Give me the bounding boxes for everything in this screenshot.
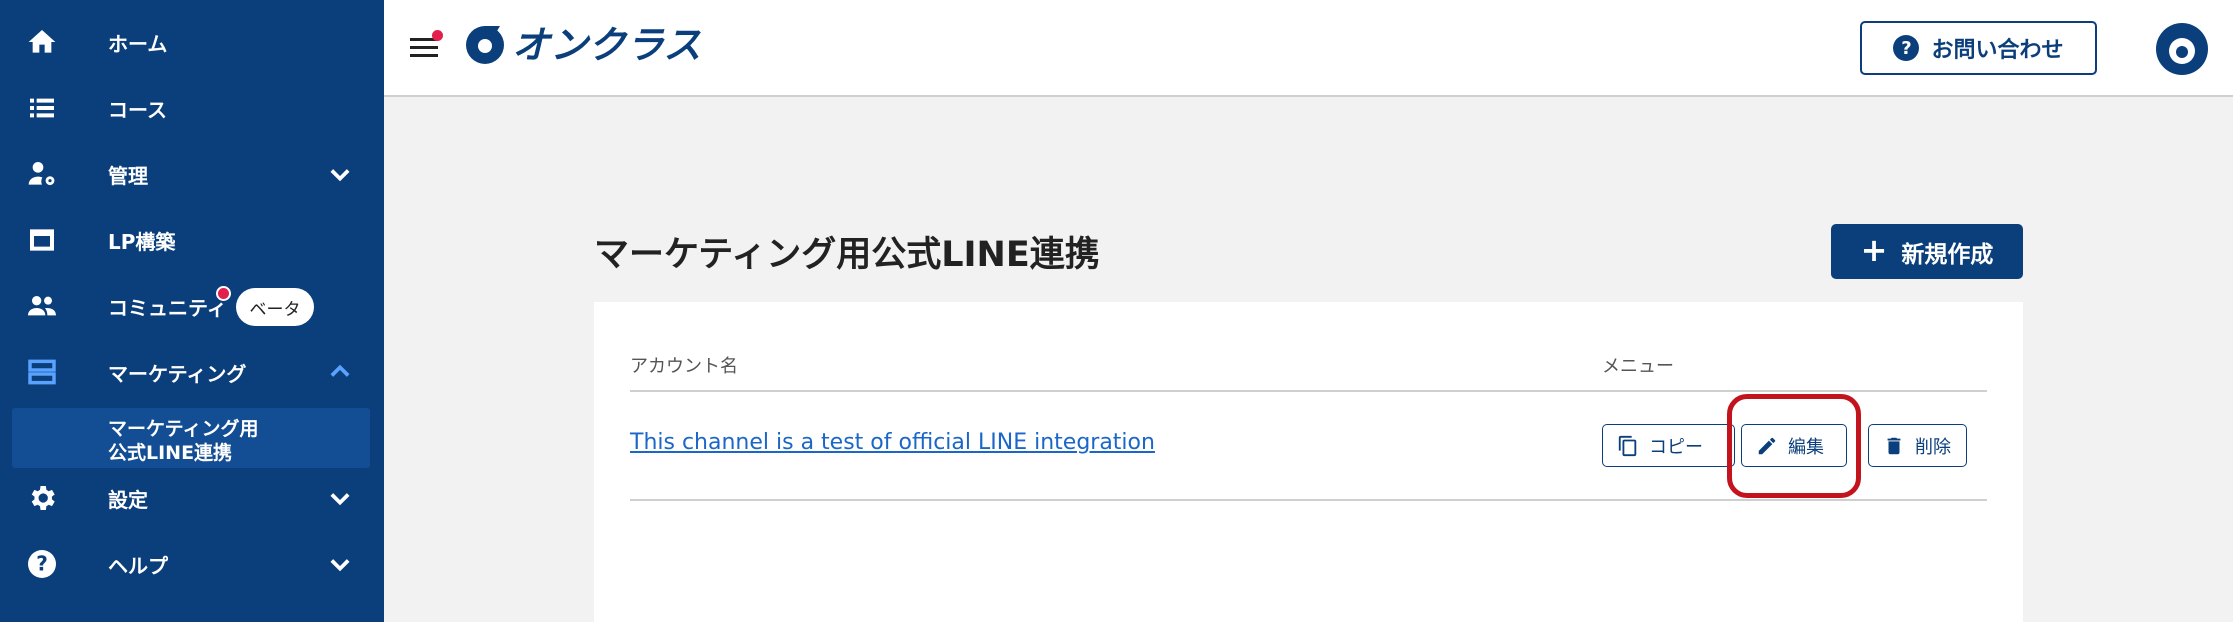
divider — [630, 390, 1987, 392]
user-gear-icon — [26, 158, 58, 190]
notification-dot — [216, 286, 231, 301]
sidebar-item-label: ホーム — [108, 31, 168, 56]
sidebar-item-lp[interactable]: LP構築 — [0, 207, 384, 273]
sidebar-item-label: 管理 — [108, 163, 148, 188]
sidebar-item-marketing[interactable]: マーケティング — [0, 339, 384, 405]
chevron-down-icon — [326, 550, 354, 578]
copy-button[interactable]: コピー — [1602, 424, 1735, 467]
sidebar-item-label: ヘルプ — [108, 553, 168, 578]
gear-icon — [26, 482, 58, 514]
create-new-button[interactable]: + 新規作成 — [1831, 224, 2023, 279]
chevron-up-icon — [326, 358, 354, 386]
chevron-down-icon — [326, 160, 354, 188]
sidebar-item-home[interactable]: ホーム — [0, 9, 384, 75]
copy-icon — [1618, 435, 1637, 456]
sidebar-item-label: LP構築 — [108, 229, 176, 254]
subitem-label-line1: マーケティング用 — [108, 418, 259, 440]
list-icon — [26, 92, 58, 124]
notification-dot — [432, 30, 443, 41]
account-link[interactable]: This channel is a test of official LINE … — [630, 430, 1155, 455]
column-header-account: アカウント名 — [630, 356, 738, 377]
sidebar-item-label: 設定 — [108, 487, 148, 512]
svg-text:?: ? — [36, 552, 48, 576]
subitem-label-line2: 公式LINE連携 — [108, 442, 233, 464]
beta-badge: ベータ — [236, 288, 314, 326]
svg-text:オンクラス: オンクラス — [512, 23, 701, 66]
sidebar-item-label: コミュニティ — [108, 295, 227, 320]
column-header-menu: メニュー — [1602, 356, 1674, 377]
contact-button[interactable]: ? お問い合わせ — [1860, 21, 2097, 75]
sidebar: ホーム コース 管理 LP構築 コミュニティ ベータ マーケティング マーケティ… — [0, 0, 384, 622]
plus-icon: + — [1860, 230, 1888, 269]
sidebar-subitem-line-integration[interactable]: マーケティング用 公式LINE連携 — [12, 408, 370, 468]
window-icon — [26, 224, 58, 256]
avatar[interactable] — [2155, 22, 2209, 76]
help-icon: ? — [1893, 35, 1920, 61]
sidebar-item-admin[interactable]: 管理 — [0, 141, 384, 207]
contact-button-label: お問い合わせ — [1931, 38, 2064, 63]
onclass-logo: オンクラス — [466, 23, 701, 66]
copy-button-label: コピー — [1649, 436, 1703, 458]
home-icon — [26, 26, 58, 58]
sidebar-item-label: マーケティング — [108, 361, 247, 386]
sidebar-item-settings[interactable]: 設定 — [0, 465, 384, 531]
divider — [630, 499, 1987, 501]
create-new-label: 新規作成 — [1901, 241, 1994, 268]
delete-button[interactable]: 削除 — [1868, 424, 1967, 467]
people-icon — [26, 290, 58, 322]
sidebar-item-help[interactable]: ? ヘルプ — [0, 531, 384, 597]
help-icon: ? — [26, 548, 58, 580]
marketing-icon — [26, 356, 58, 388]
trash-icon — [1887, 437, 1901, 454]
sidebar-item-community[interactable]: コミュニティ — [0, 273, 384, 339]
delete-button-label: 削除 — [1915, 436, 1951, 458]
chevron-down-icon — [326, 484, 354, 512]
sidebar-item-label: コース — [108, 97, 167, 122]
sidebar-item-courses[interactable]: コース — [0, 75, 384, 141]
highlight-annotation — [1727, 394, 1861, 498]
top-header: オンクラス ? お問い合わせ — [384, 0, 2233, 97]
page-title: マーケティング用公式LINE連携 — [594, 235, 1100, 275]
